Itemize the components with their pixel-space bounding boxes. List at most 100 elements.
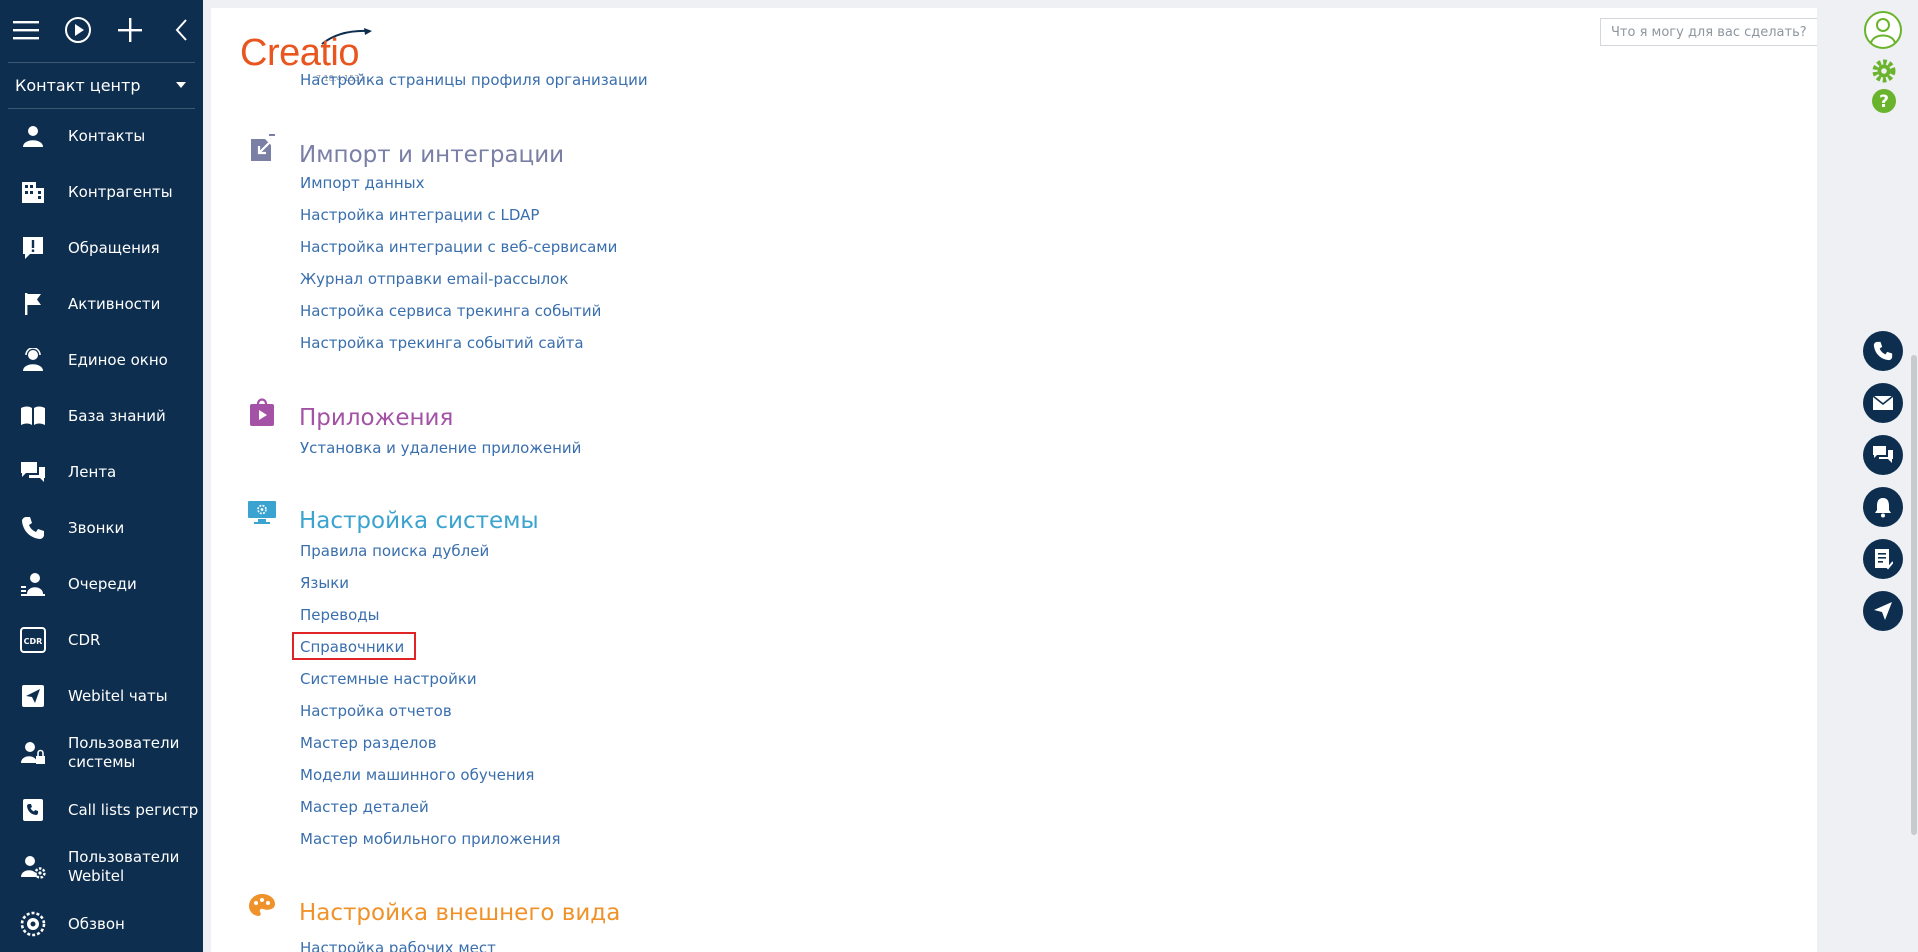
link-lookups[interactable]: Справочники	[300, 638, 404, 656]
phone-icon	[1873, 341, 1893, 361]
sidebar-item-label: База знаний	[68, 406, 166, 425]
cdr-icon: CDR	[20, 627, 46, 653]
import-section-icon	[247, 133, 277, 163]
sidebar-item-knowledge-base[interactable]: База знаний	[0, 388, 203, 444]
sidebar-item-dialer[interactable]: Обзвон	[0, 896, 203, 952]
chevron-right-icon[interactable]	[1815, 24, 1817, 36]
main-content: Creatio 7.18.4.1532 Что я могу для вас с…	[211, 8, 1817, 952]
sidebar-item-label: Пользователи системы	[68, 734, 180, 771]
appearance-palette-icon	[247, 891, 277, 921]
tasks-button[interactable]	[1863, 539, 1903, 579]
sidebar-item-contacts[interactable]: Контакты	[0, 108, 203, 164]
link-site-event-tracking[interactable]: Настройка трекинга событий сайта	[300, 334, 584, 352]
sidebar-item-label: Обращения	[68, 238, 160, 257]
person-icon	[20, 123, 46, 149]
sidebar-item-single-window[interactable]: Единое окно	[0, 332, 203, 388]
section-title-applications: Приложения	[299, 405, 454, 431]
sidebar-item-webitel-users[interactable]: Пользователи Webitel	[0, 838, 203, 896]
exclamation-icon	[20, 235, 46, 261]
phone-call-button[interactable]	[1863, 331, 1903, 371]
send-message-button[interactable]	[1863, 591, 1903, 631]
search-placeholder: Что я могу для вас сделать?	[1611, 24, 1807, 40]
sidebar-item-label: Единое окно	[68, 350, 168, 369]
hamburger-menu-icon[interactable]	[12, 16, 40, 44]
sidebar-item-label: Звонки	[68, 518, 125, 537]
link-install-remove-apps[interactable]: Установка и удаление приложений	[300, 439, 581, 457]
workspace-label: Контакт центр	[15, 75, 141, 95]
sidebar-item-label: Пользователи Webitel	[68, 848, 180, 885]
link-translations[interactable]: Переводы	[300, 606, 380, 624]
link-web-services-integration[interactable]: Настройка интеграции с веб-сервисами	[300, 238, 617, 256]
link-email-mailing-log[interactable]: Журнал отправки email-рассылок	[300, 270, 568, 288]
settings-gear-icon[interactable]	[1871, 58, 1897, 84]
sidebar-item-cases[interactable]: Обращения	[0, 220, 203, 276]
bell-icon	[1875, 498, 1891, 518]
sidebar-item-label: Обзвон	[68, 914, 125, 933]
logo-text: Creatio	[240, 32, 360, 74]
right-panel: ?	[1855, 0, 1918, 952]
link-languages[interactable]: Языки	[300, 574, 349, 592]
help-question-icon[interactable]: ?	[1871, 88, 1897, 114]
send-icon	[20, 683, 46, 709]
link-mobile-app-wizard[interactable]: Мастер мобильного приложения	[300, 830, 561, 848]
sidebar-item-activities[interactable]: Активности	[0, 276, 203, 332]
user-lock-icon	[20, 740, 46, 766]
applications-bag-icon	[247, 396, 277, 426]
sidebar-item-webitel-chats[interactable]: Webitel чаты	[0, 668, 203, 724]
sidebar-toolbar	[0, 0, 203, 62]
sidebar-item-label: Контрагенты	[68, 182, 173, 201]
sidebar-item-queues[interactable]: Очереди	[0, 556, 203, 612]
link-ml-models[interactable]: Модели машинного обучения	[300, 766, 534, 784]
sidebar-item-label: Call lists регистр	[68, 800, 199, 819]
flag-icon	[20, 291, 46, 317]
dialer-icon	[20, 911, 46, 937]
link-import-data[interactable]: Импорт данных	[300, 174, 424, 192]
user-gear-icon	[20, 854, 46, 880]
link-org-profile-settings[interactable]: Настройка страницы профиля организации	[300, 71, 648, 89]
collapse-chevron-left-icon[interactable]	[168, 16, 196, 44]
sidebar-item-cdr[interactable]: CDR CDR	[0, 612, 203, 668]
link-duplicate-rules[interactable]: Правила поиска дублей	[300, 542, 489, 560]
sidebar-item-label: CDR	[68, 630, 101, 649]
process-play-icon[interactable]	[64, 16, 92, 44]
add-plus-icon[interactable]	[116, 16, 144, 44]
building-icon	[20, 179, 46, 205]
link-report-setup[interactable]: Настройка отчетов	[300, 702, 452, 720]
link-event-tracking-service[interactable]: Настройка сервиса трекинга событий	[300, 302, 601, 320]
sidebar-divider	[8, 62, 195, 63]
link-section-wizard[interactable]: Мастер разделов	[300, 734, 437, 752]
agent-icon	[20, 347, 46, 373]
svg-text:CDR: CDR	[24, 637, 43, 646]
link-workplaces-setup[interactable]: Настройка рабочих мест	[300, 939, 496, 952]
link-detail-wizard[interactable]: Мастер деталей	[300, 798, 429, 816]
user-profile-avatar[interactable]	[1863, 10, 1903, 50]
phone-icon	[20, 515, 46, 541]
sidebar-item-accounts[interactable]: Контрагенты	[0, 164, 203, 220]
link-system-settings[interactable]: Системные настройки	[300, 670, 477, 688]
sidebar-item-call-lists[interactable]: Call lists регистр	[0, 782, 203, 838]
system-settings-monitor-icon	[247, 499, 277, 529]
chevron-down-icon	[176, 82, 186, 88]
command-search-input[interactable]: Что я могу для вас сделать?	[1600, 18, 1817, 46]
call-list-icon	[20, 797, 46, 823]
envelope-icon	[1872, 395, 1894, 410]
sidebar-menu: Контакты Контрагенты Обращения Активност…	[0, 108, 203, 952]
queue-icon	[20, 571, 46, 597]
notifications-button[interactable]	[1863, 487, 1903, 527]
chat-icon	[20, 459, 46, 485]
scrollbar-thumb[interactable]	[1911, 355, 1917, 835]
svg-text:?: ?	[1879, 92, 1889, 112]
sidebar-item-system-users[interactable]: Пользователи системы	[0, 724, 203, 782]
sidebar-item-feed[interactable]: Лента	[0, 444, 203, 500]
sidebar-item-calls[interactable]: Звонки	[0, 500, 203, 556]
sidebar-item-label: Активности	[68, 294, 161, 313]
link-ldap-integration[interactable]: Настройка интеграции с LDAP	[300, 206, 539, 224]
left-sidebar: Контакт центр Контакты Контрагенты Обращ…	[0, 0, 203, 952]
chat-bubbles-icon	[1873, 446, 1893, 463]
sidebar-item-label: Контакты	[68, 126, 146, 145]
workspace-selector[interactable]: Контакт центр	[15, 70, 188, 100]
section-title-import: Импорт и интеграции	[299, 142, 565, 168]
chat-button[interactable]	[1863, 435, 1903, 475]
email-button[interactable]	[1863, 383, 1903, 423]
document-check-icon	[1875, 549, 1893, 570]
